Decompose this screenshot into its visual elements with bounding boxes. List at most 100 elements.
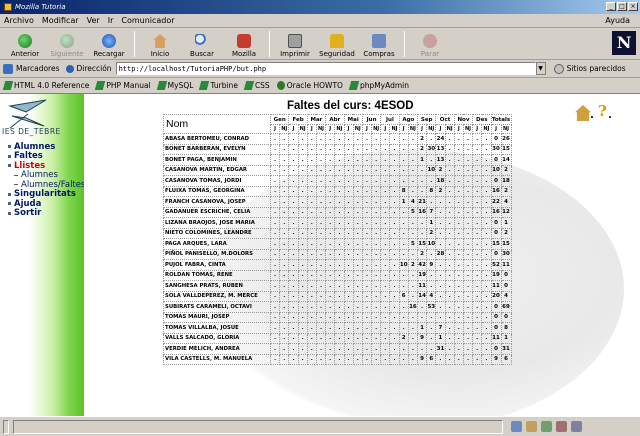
sidebar-item-alumnes[interactable]: Alumnes	[8, 170, 85, 180]
menu-comunicador[interactable]: Comunicador	[117, 16, 178, 25]
absence-cell: .	[361, 343, 373, 355]
absence-cell: 1	[416, 322, 428, 334]
related-sites-button[interactable]: Sitios parecidos	[567, 64, 626, 73]
home-button[interactable]: Inicio	[139, 29, 181, 59]
sidebar-item-alumnes-faltes[interactable]: Alumnes/Faltes	[8, 180, 85, 190]
bookmark-html-reference[interactable]: HTML 4.0 Reference	[2, 81, 89, 90]
home-icon[interactable]	[575, 105, 591, 121]
search-button[interactable]: Buscar	[181, 29, 223, 59]
absence-cell: .	[297, 259, 308, 271]
menu-modificar[interactable]: Modificar	[38, 16, 83, 25]
absence-cell: .	[306, 269, 317, 281]
subheader-nj: NJ	[444, 124, 455, 134]
bookmark-oracle-howto[interactable]: Oracle HOWTO	[276, 81, 343, 90]
student-name: TOMAS MAURI, JOSEP	[163, 311, 271, 323]
absence-cell: .	[462, 332, 474, 344]
absence-cell: .	[407, 143, 419, 155]
shop-button[interactable]: Compras	[358, 29, 400, 59]
absence-cell: .	[297, 217, 308, 229]
home-icon	[153, 34, 167, 48]
bookmark-turbine[interactable]: Turbine	[199, 81, 238, 90]
absence-cell: .	[288, 196, 299, 208]
absence-cell: .	[389, 143, 400, 155]
table-row: VILA CASTELLS, M. MANUELA...............…	[163, 353, 512, 365]
bookmark-phpmyadmin[interactable]: phpMyAdmin	[348, 81, 409, 90]
reload-button[interactable]: Recargar	[88, 29, 130, 59]
sidebar-item-singularitats[interactable]: Singularitats	[8, 189, 85, 200]
absence-cell: .	[380, 290, 391, 302]
absence-cell: .	[269, 133, 281, 145]
security-button[interactable]: Seguridad	[316, 29, 358, 59]
sidebar-item-alumnes[interactable]: Alumnes	[8, 142, 85, 152]
forward-button[interactable]: Siguiente	[46, 29, 88, 59]
bookmarks-icon	[3, 63, 13, 74]
absence-cell: .	[453, 154, 464, 166]
menu-ayuda[interactable]: Ayuda	[601, 16, 634, 25]
absence-cell: .	[297, 343, 308, 355]
student-name: SOLA VALLDEPEREZ, M. MERCE	[163, 290, 271, 302]
sidebar-item-sortir[interactable]: Sortir	[8, 208, 85, 218]
help-icon[interactable]: ?	[598, 102, 607, 120]
subheader-j: J	[453, 124, 464, 134]
minimize-button[interactable]: _	[606, 2, 616, 11]
address-book-icon[interactable]	[556, 421, 567, 432]
absence-cell: 16	[407, 301, 419, 313]
absence-cell: 9	[416, 332, 428, 344]
total-cell: 2	[500, 164, 512, 176]
print-button[interactable]: Imprimir	[274, 29, 316, 59]
month-header: Jul	[380, 114, 400, 125]
absence-cell: .	[279, 311, 290, 323]
sidebar-item-faltes[interactable]: Faltes	[8, 151, 85, 161]
menu-ir[interactable]: Ir	[104, 16, 118, 25]
bookmark-css[interactable]: CSS	[243, 81, 270, 90]
window-title: Mozilla Tutoria	[15, 3, 66, 11]
sidebar-item-llistes[interactable]: Llistes	[8, 161, 85, 171]
shop-label: Compras	[363, 50, 395, 58]
maximize-button[interactable]: □	[617, 2, 627, 11]
absence-cell: .	[306, 217, 317, 229]
netscape-throbber-icon[interactable]: N	[612, 31, 636, 55]
absence-cell: .	[472, 238, 483, 250]
subheader-j: J	[435, 124, 446, 134]
mozilla-button[interactable]: Mozilla	[223, 29, 265, 59]
sidebar-item-label: Singularitats	[14, 189, 76, 200]
sidebar-item-ajuda[interactable]: Ajuda	[8, 199, 85, 209]
bookmarks-button[interactable]: Marcadores	[16, 64, 60, 73]
menu-archivo[interactable]: Archivo	[0, 16, 38, 25]
url-input[interactable]: http://localhost/TutoriaPHP/but.php	[115, 62, 536, 75]
absence-cell: .	[352, 269, 363, 281]
table-row: GADANUER ESCRICHE, CELIA............... 5…	[163, 206, 512, 218]
sidebar: IES DE_TEBRE Alumnes Faltes Llistes Alumnes…	[0, 94, 85, 416]
total-cell: 0	[500, 280, 512, 292]
absence-cell: .	[380, 196, 391, 208]
composer-icon[interactable]	[541, 421, 552, 432]
bookmark-php-manual[interactable]: PHP Manual	[95, 81, 151, 90]
absence-cell: .	[444, 280, 455, 292]
stop-button[interactable]: Parar	[409, 29, 451, 59]
absence-cell: .	[407, 343, 419, 355]
absence-cell: .	[380, 248, 391, 260]
absence-cell: 2	[416, 248, 428, 260]
navigator-icon[interactable]	[511, 421, 522, 432]
back-button[interactable]: Anterior	[4, 29, 46, 59]
offline-icon[interactable]	[571, 421, 582, 432]
mail-icon[interactable]	[526, 421, 537, 432]
absence-cell: .	[343, 269, 354, 281]
absence-cell: .	[269, 196, 281, 208]
absence-cell: .	[444, 322, 455, 334]
url-dropdown-button[interactable]: ▼	[535, 62, 546, 75]
subheader-j: J	[269, 124, 281, 134]
total-cell: 4	[500, 290, 512, 302]
menu-ver[interactable]: Ver	[83, 16, 104, 25]
absence-cell: 2	[398, 332, 409, 344]
close-button[interactable]: ×	[628, 2, 638, 11]
absence-cell: .	[297, 175, 308, 187]
absence-cell: .	[389, 322, 400, 334]
absence-cell: .	[297, 269, 308, 281]
bookmark-mysql[interactable]: MySQL	[156, 81, 193, 90]
absence-cell: .	[297, 322, 308, 334]
absence-cell: .	[279, 248, 290, 260]
total-cell: 19	[490, 269, 502, 281]
total-cell: 0	[490, 322, 502, 334]
absence-cell: .	[407, 353, 419, 365]
